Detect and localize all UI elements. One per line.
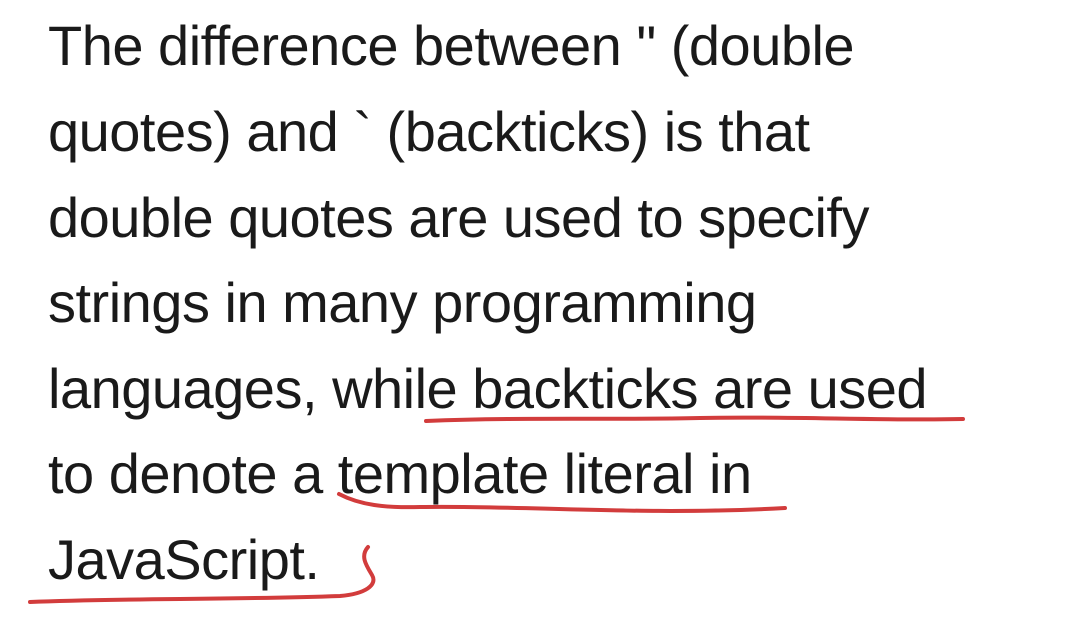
text-line-4: strings in many programming [48, 271, 757, 334]
text-line-5: languages, while backticks are used [48, 357, 928, 420]
text-line-6: to denote a template literal in [48, 442, 752, 505]
text-line-1: The difference between " (double [48, 14, 855, 77]
text-line-2: quotes) and ` (backticks) is that [48, 100, 810, 163]
document-page: The difference between " (double quotes)… [0, 0, 1078, 625]
text-line-7: JavaScript. [48, 528, 320, 591]
text-line-3: double quotes are used to specify [48, 186, 869, 249]
